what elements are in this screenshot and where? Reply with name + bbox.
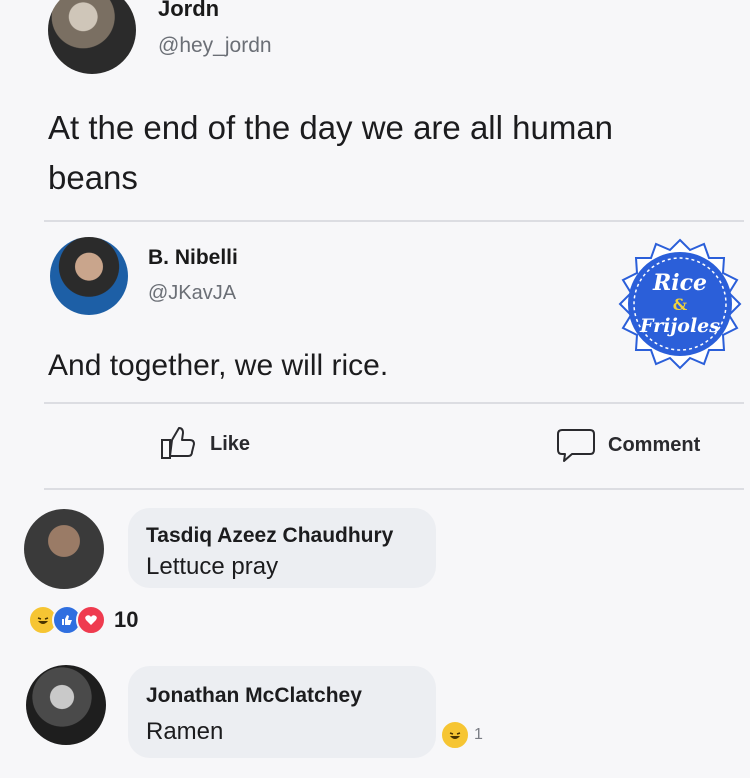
comment2-reaction-count: 1 xyxy=(474,726,483,743)
screenshot-card: Jordn @hey_jordn At the end of the day w… xyxy=(0,0,750,778)
love-reaction-icon xyxy=(76,605,106,635)
jordn-avatar[interactable] xyxy=(48,0,136,74)
divider xyxy=(44,402,744,404)
like-button[interactable]: Like xyxy=(160,426,250,462)
comment2-reactions[interactable]: 1 xyxy=(440,720,483,750)
badge-line2: & xyxy=(673,295,688,314)
comment1-reaction-count: 10 xyxy=(114,607,139,632)
comment-button[interactable]: Comment xyxy=(556,426,700,464)
haha-reaction-icon xyxy=(440,720,470,750)
comment1-reactions[interactable]: 10 xyxy=(28,605,138,635)
tasdiq-avatar[interactable] xyxy=(24,509,104,589)
comment-icon xyxy=(557,429,595,462)
tweet1-author-handle[interactable]: @hey_jordn xyxy=(158,34,272,58)
badge-seal-icon: Rice & Frijoles xyxy=(618,238,742,370)
tweet2-author-handle[interactable]: @JKavJA xyxy=(148,282,236,305)
tweet1-author-name[interactable]: Jordn xyxy=(158,0,219,22)
comment1-author-name[interactable]: Tasdiq Azeez Chaudhury xyxy=(146,524,393,548)
thumbs-up-icon xyxy=(161,427,195,459)
like-label: Like xyxy=(210,432,251,455)
comment2-text: Ramen xyxy=(146,718,224,745)
jonathan-avatar[interactable] xyxy=(26,665,106,745)
comment1-text: Lettuce pray xyxy=(146,553,279,580)
tweet1-text-line2: beans xyxy=(48,159,138,196)
divider xyxy=(44,488,744,490)
divider xyxy=(44,220,744,222)
comment-label: Comment xyxy=(608,433,701,456)
tweet2-text: And together, we will rice. xyxy=(48,349,389,382)
rice-frijoles-badge: Rice & Frijoles xyxy=(610,236,750,376)
tweet2-author-name[interactable]: B. Nibelli xyxy=(148,246,238,270)
badge-line3: Frijoles xyxy=(639,315,720,337)
tweet1-text-line1: At the end of the day we are all human xyxy=(48,109,614,146)
badge-line1: Rice xyxy=(652,270,707,296)
nibelli-avatar[interactable] xyxy=(50,237,128,315)
comment2-author-name[interactable]: Jonathan McClatchey xyxy=(146,684,362,708)
